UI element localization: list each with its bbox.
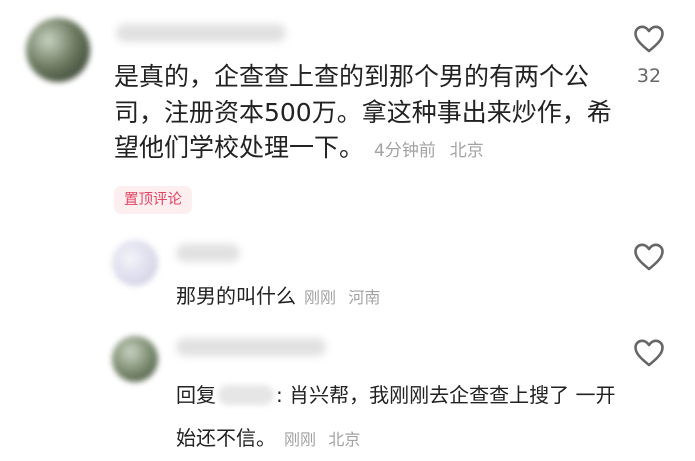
comment-time: 4分钟前 xyxy=(374,141,436,161)
reply-like-button[interactable] xyxy=(633,338,665,368)
heart-outline-icon xyxy=(634,25,664,53)
reply-time: 刚刚 xyxy=(284,430,317,449)
reply-body: 回复: 肖兴帮，我刚刚去企查查上搜了 一开始还不信。 刚刚 北京 xyxy=(176,374,616,461)
reply-avatar[interactable] xyxy=(112,336,158,382)
avatar[interactable] xyxy=(26,18,90,82)
reply-username-blurred[interactable] xyxy=(176,338,326,356)
reply-location: 河南 xyxy=(348,288,381,307)
reply-like-button[interactable] xyxy=(633,242,665,272)
pinned-comment-badge: 置顶评论 xyxy=(114,186,192,214)
comment-body: 是真的，企查查上查的到那个男的有两个公司，注册资本500万。拿这种事出来炒作，希… xyxy=(114,59,614,170)
heart-outline-icon xyxy=(634,339,664,367)
reply-location: 北京 xyxy=(328,430,361,449)
username-blurred[interactable] xyxy=(116,24,286,42)
comment-text: 是真的，企查查上查的到那个男的有两个公司，注册资本500万。拿这种事出来炒作，希… xyxy=(114,62,612,162)
reply-text: 那男的叫什么 xyxy=(176,284,296,308)
mentioned-username-blurred[interactable] xyxy=(218,385,274,405)
reply-body: 那男的叫什么 刚刚 河南 xyxy=(176,282,380,312)
reply-separator: : xyxy=(276,383,283,407)
like-button[interactable] xyxy=(633,24,665,54)
heart-outline-icon xyxy=(634,243,664,271)
reply-avatar[interactable] xyxy=(112,240,158,286)
reply-username-blurred[interactable] xyxy=(176,244,240,262)
comment-location: 北京 xyxy=(449,141,484,161)
reply-time: 刚刚 xyxy=(304,288,337,307)
reply-prefix: 回复 xyxy=(176,383,216,407)
like-count: 32 xyxy=(636,65,662,87)
